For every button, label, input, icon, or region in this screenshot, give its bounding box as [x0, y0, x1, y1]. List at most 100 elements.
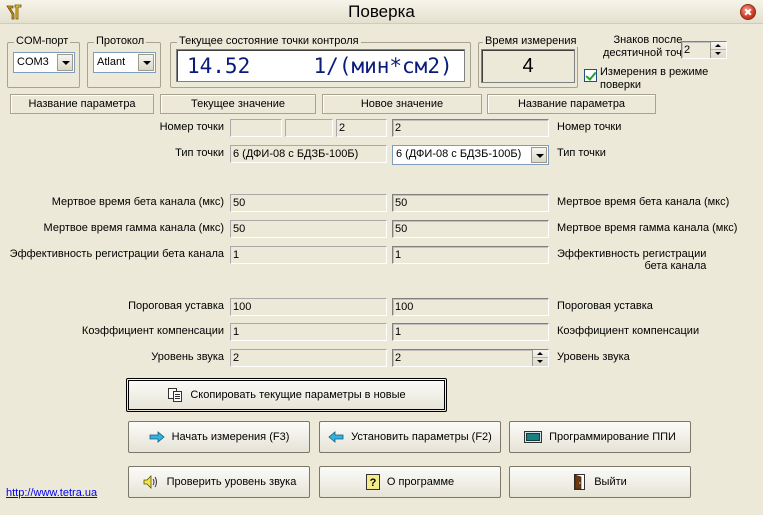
- set-params-label: Установить параметры (F2): [351, 431, 492, 443]
- measure-time-value: 4: [522, 55, 534, 77]
- program-ppi-button[interactable]: Программирование ППИ: [509, 421, 691, 453]
- spin-up-icon[interactable]: [533, 350, 548, 358]
- check-mode-label-line2: поверки: [600, 79, 641, 91]
- threshold-new[interactable]: 100: [392, 298, 549, 316]
- device-icon: [524, 431, 543, 443]
- efficiency-current: 1: [230, 246, 387, 264]
- current-state-group: Текущее состояние точки контроля 14.52 1…: [170, 35, 471, 88]
- efficiency-label-right-line1: Эффективность регистрации: [557, 248, 707, 260]
- point-type-label-right: Тип точки: [557, 147, 606, 159]
- threshold-label: Пороговая уставка: [128, 300, 224, 312]
- com-port-legend: COM-порт: [14, 35, 71, 47]
- check-mode-checkbox[interactable]: [584, 69, 597, 82]
- dead-gamma-label-right: Мертвое время гамма канала (мкс): [557, 222, 738, 234]
- spin-down-icon[interactable]: [533, 358, 548, 366]
- set-params-button[interactable]: Установить параметры (F2): [319, 421, 501, 453]
- point-number-current-1: [230, 119, 282, 137]
- efficiency-new[interactable]: 1: [392, 246, 549, 264]
- com-port-value: COM3: [17, 56, 49, 68]
- point-number-current: 2: [336, 119, 387, 137]
- dead-gamma-new[interactable]: 50: [392, 220, 549, 238]
- about-label: О программе: [386, 476, 455, 488]
- threshold-label-right: Пороговая уставка: [557, 300, 653, 312]
- copy-icon: [168, 388, 183, 402]
- protocol-value: Atlant: [97, 56, 126, 68]
- dead-beta-new[interactable]: 50: [392, 194, 549, 212]
- header-current-value: Текущее значение: [160, 94, 316, 114]
- current-state-unit: 1/(мин*см2): [313, 54, 453, 78]
- point-type-current: 6 (ДФИ-08 с БДЗБ-100Б): [230, 145, 387, 163]
- check-mode-label: Измерения в режиме поверки: [600, 66, 708, 92]
- copy-params-button[interactable]: Скопировать текущие параметры в новые: [126, 378, 447, 412]
- sound-level-spin[interactable]: [532, 350, 548, 366]
- door-exit-icon: [574, 474, 586, 490]
- header-param-name-left: Название параметра: [10, 94, 154, 114]
- arrow-right-icon: [149, 431, 165, 443]
- copy-params-label: Скопировать текущие параметры в новые: [190, 389, 406, 401]
- dead-beta-label-right: Мертвое время бета канала (мкс): [557, 196, 730, 208]
- dead-gamma-label: Мертвое время гамма канала (мкс): [43, 222, 224, 234]
- com-port-select[interactable]: COM3: [13, 52, 75, 73]
- website-link[interactable]: http://www.tetra.ua: [6, 487, 97, 499]
- chevron-down-icon[interactable]: [138, 54, 154, 71]
- protocol-select[interactable]: Atlant: [93, 52, 156, 73]
- measure-time-display: 4: [481, 49, 575, 83]
- sound-level-current: 2: [230, 349, 387, 367]
- decimals-spin[interactable]: [710, 42, 726, 58]
- decimals-label: Знаков после десятичной точки: [603, 34, 693, 60]
- chevron-down-icon[interactable]: [57, 54, 73, 71]
- efficiency-label-right: Эффективность регистрации бета канала: [557, 248, 706, 272]
- compensation-current: 1: [230, 323, 387, 341]
- point-type-new: 6 (ДФИ-08 с БДЗБ-100Б): [396, 148, 522, 160]
- main-window: Поверка COM-порт COM3 Протокол Atlant Те…: [0, 0, 763, 515]
- efficiency-label-right-line2: бета канала: [644, 260, 707, 272]
- chevron-down-icon[interactable]: [531, 147, 547, 163]
- point-type-select[interactable]: 6 (ДФИ-08 с БДЗБ-100Б): [392, 145, 549, 165]
- exit-button[interactable]: Выйти: [509, 466, 691, 498]
- current-state-display: 14.52 1/(мин*см2): [176, 49, 465, 82]
- window-title: Поверка: [348, 2, 415, 21]
- help-icon: ?: [365, 474, 380, 490]
- point-number-current-2: [285, 119, 333, 137]
- check-sound-button[interactable]: Проверить уровень звука: [128, 466, 310, 498]
- check-mode-label-line1: Измерения в режиме: [600, 66, 709, 78]
- program-ppi-label: Программирование ППИ: [549, 431, 676, 443]
- about-button[interactable]: ? О программе: [319, 466, 501, 498]
- point-number-label-right: Номер точки: [557, 121, 622, 133]
- close-button[interactable]: [740, 4, 756, 20]
- measure-time-legend: Время измерения: [483, 35, 579, 47]
- decimals-value: 2: [684, 44, 691, 56]
- point-type-label: Тип точки: [175, 147, 224, 159]
- decimals-label-line2: десятичной точки: [603, 47, 693, 59]
- threshold-current: 100: [230, 298, 387, 316]
- sound-level-new: 2: [395, 352, 402, 364]
- sound-level-spinner[interactable]: 2: [392, 349, 549, 367]
- dead-gamma-current: 50: [230, 220, 387, 238]
- compensation-label-right: Коэффициент компенсации: [557, 325, 700, 337]
- svg-text:?: ?: [369, 477, 376, 489]
- measure-time-group: Время измерения 4: [478, 35, 579, 88]
- dead-beta-current: 50: [230, 194, 387, 212]
- sound-level-label: Уровень звука: [151, 351, 224, 363]
- speaker-icon: [143, 475, 157, 489]
- header-new-value: Новое значение: [322, 94, 482, 114]
- check-sound-label: Проверить уровень звука: [166, 476, 297, 488]
- current-state-legend: Текущее состояние точки контроля: [177, 35, 361, 47]
- start-measure-button[interactable]: Начать измерения (F3): [128, 421, 310, 453]
- compensation-label: Коэффициент компенсации: [81, 325, 224, 337]
- dead-beta-label: Мертвое время бета канала (мкс): [51, 196, 224, 208]
- point-number-new[interactable]: 2: [392, 119, 549, 137]
- spin-down-icon[interactable]: [711, 50, 726, 58]
- efficiency-label: Эффективность регистрации бета канала: [9, 248, 224, 260]
- protocol-legend: Протокол: [94, 35, 147, 47]
- exit-label: Выйти: [594, 476, 627, 488]
- com-port-group: COM-порт COM3: [7, 35, 80, 88]
- title-bar[interactable]: Поверка: [0, 0, 763, 24]
- current-state-value: 14.52: [187, 54, 251, 78]
- decimals-spinner[interactable]: 2: [681, 41, 727, 59]
- decimals-label-line1: Знаков после: [613, 34, 683, 46]
- arrow-left-icon: [328, 431, 344, 443]
- protocol-group: Протокол Atlant: [87, 35, 161, 88]
- compensation-new[interactable]: 1: [392, 323, 549, 341]
- spin-up-icon[interactable]: [711, 42, 726, 50]
